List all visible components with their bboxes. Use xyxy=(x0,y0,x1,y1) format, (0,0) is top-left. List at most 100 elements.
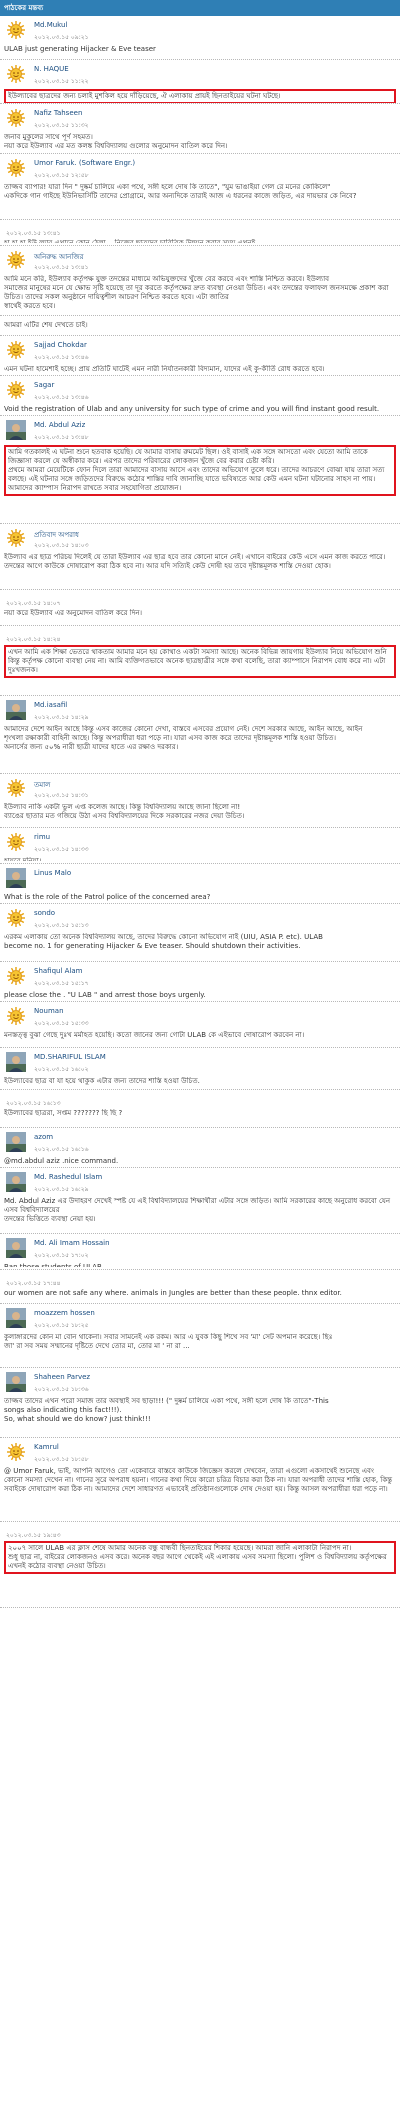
comment-meta: MD.SHARIFUL ISLAM ২০১২.০৩.১৫ ১৬:০২ xyxy=(4,1050,396,1076)
comment-meta: ২০১২.০৩.১৫ ১৭:৪৪ xyxy=(4,1272,396,1288)
commenter-name[interactable]: Nouman xyxy=(34,1007,64,1015)
comment-meta: ২০১২.০৩.১৫ ১৬:১৩ xyxy=(4,1092,396,1108)
comment-text: @md.abdul aziz .nice command. xyxy=(4,1157,119,1165)
sun-avatar-icon xyxy=(6,158,26,178)
photo-avatar-icon xyxy=(6,1132,26,1152)
sun-avatar-icon xyxy=(6,966,26,986)
comment-date: ২০১২.০৩.১৫ ১৬:০২ xyxy=(34,1066,89,1073)
comment-meta: Nafiz Tahseen ২০১২.০৩.১৫ ১১:৩২ xyxy=(4,106,396,132)
photo-avatar-icon xyxy=(6,700,26,720)
comment-date: ২০১২.০৩.১৫ ১৮:২৫ xyxy=(34,1322,89,1329)
comment-text: হা হা হা ইউ ল্যাব এখানে কোন ঠেলা... নিজে… xyxy=(4,239,262,243)
comment-text: Ban those students of ULAB. xyxy=(4,1263,104,1267)
comment-item: Md.iasafil ২০১২.০৩.১৫ ১৪:২৯ আমাদের দেশে আই… xyxy=(0,696,400,774)
comment-date: ২০১২.০৩.১৫ ১৯:৪৩ xyxy=(6,1532,61,1539)
commenter-name[interactable]: sondo xyxy=(34,909,55,917)
comment-text: @ Umor Faruk, ভাই, আপনি আগেও তো একেবারে … xyxy=(4,1467,393,1493)
comment-item: Md. Ali Imam Hossain ২০১২.০৩.১৫ ১৭:০২ Ban … xyxy=(0,1234,400,1270)
comment-text: ইউল্যাব নাকি একটা ভুল এপ্ত কলেজ আছে। কিন… xyxy=(4,803,245,820)
comment-item: ২০১২.০৩.১৫ ১৪:২৪ এখন আমি এক শিক্ষা ভেতরে … xyxy=(0,626,400,696)
comment-item: ২০১২.০৩.১৫ ১৭:৪৪ our women are not safe a… xyxy=(0,1270,400,1304)
commenter-name[interactable]: Umor Faruk. (Software Engr.) xyxy=(34,159,135,167)
comment-meta: ২০১২.০৩.১৫ ১৪:০৭ xyxy=(4,592,396,608)
commenter-name[interactable]: rimu xyxy=(34,833,50,841)
comment-item: azom ২০১২.০৩.১৫ ১৬:১৬ @md.abdul aziz .nice… xyxy=(0,1128,400,1168)
comment-item: Nafiz Tahseen ২০১২.০৩.১৫ ১১:৩২ জনাব মুকুলে… xyxy=(0,104,400,154)
commenter-name[interactable]: Linus Malo xyxy=(34,869,71,877)
comment-meta: Sajjad Chokdar ২০১২.০৩.১৫ ১৩:৪৬ xyxy=(4,338,396,364)
comment-text: Void the registration of Ulab and any un… xyxy=(4,405,380,413)
commenter-name[interactable]: Kamrul xyxy=(34,1443,59,1451)
commenter-name[interactable]: Md. Rashedul Islam xyxy=(34,1173,102,1181)
comment-date: ২০১২.০৩.১৫ ১১:২২ xyxy=(34,78,89,85)
comment-item: Nouman ২০১২.০৩.১৫ ১৫:৩৩ মনস্তত্ত্ব বুঝা গে… xyxy=(0,1002,400,1048)
comment-meta: Umor Faruk. (Software Engr.) ২০১২.০৩.১৫ ১… xyxy=(4,156,396,182)
sun-avatar-icon xyxy=(6,908,26,928)
comment-date: ২০১২.০৩.১৫ ১২:৫৮ xyxy=(34,172,89,179)
comment-text: জনাব মুকুলের সাথে পূর্ণ সহমত। নয়া করে ই… xyxy=(4,133,228,150)
commenter-name[interactable]: Md.iasafil xyxy=(34,701,67,709)
commenter-name[interactable]: Md.Mukul xyxy=(34,21,67,29)
comment-item: ২০১২.০৩.১৫ ১৬:১৩ ইউল্যাবের ছাত্ররা, সপ্তম… xyxy=(0,1090,400,1128)
comment-item: rimu ২০১২.০৩.১৫ ১৪:৩৩ হায়রে দুনিয়া। xyxy=(0,828,400,864)
comment-item: Md.Mukul ২০১২.০৩.১৫ ০৯:২১ ULAB just genera… xyxy=(0,16,400,60)
sun-avatar-icon xyxy=(6,1006,26,1026)
comment-text: কুলাঙ্গারদের কোন মা বোন থাকেনা। সবার সাম… xyxy=(4,1333,333,1350)
comment-item: Md. Abdul Aziz ২০১২.০৩.১৫ ১৩:৪৮ আমি গতকালই… xyxy=(0,416,400,524)
photo-avatar-icon xyxy=(6,420,26,440)
commenter-name[interactable]: N. HAQUE xyxy=(34,65,69,73)
sun-avatar-icon xyxy=(6,832,26,852)
comment-meta: sondo ২০১২.০৩.১৫ ১৫:১৩ xyxy=(4,906,396,932)
comment-item: Kamrul ২০১২.০৩.১৫ ১৮:৫৮ @ Umor Faruk, ভাই,… xyxy=(0,1438,400,1522)
comment-date: ২০১২.০৩.১৫ ১৩:৪৬ xyxy=(34,394,89,401)
comment-item: sondo ২০১২.০৩.১৫ ১৫:১৩ এরকম এলাকায় তো অনে… xyxy=(0,904,400,962)
comment-item: ২০১২.০৩.১৫ ১৪:০৭ নয়া করে ইউল্যাব এর অনুম… xyxy=(0,590,400,626)
comment-date: ২০১২.০৩.১৫ ১৪:০৩ xyxy=(34,542,89,549)
photo-avatar-icon xyxy=(6,1052,26,1072)
commenter-name[interactable]: Md. Abdul Aziz xyxy=(34,421,85,429)
comment-date: ২০১২.০৩.১৫ ১৩:৪১ xyxy=(6,230,61,237)
comment-text: এমন ঘটনা হামেশাই হচ্ছে। প্রায় প্রতিটি ঘ… xyxy=(4,365,325,373)
commenter-name[interactable]: Shaheen Parvez xyxy=(34,1373,90,1381)
comment-text: আমি মনে করি, ইউল্যাব কর্তৃপক্ষ যুক্ত তদন… xyxy=(4,275,389,310)
comment-date: ২০১২.০৩.১৫ ১১:৩২ xyxy=(34,122,89,129)
photo-avatar-icon xyxy=(6,868,26,888)
comment-date: ২০১২.০৩.১৫ ১৩:৪১ xyxy=(34,264,89,271)
comment-date: ২০১২.০৩.১৫ ১৪:০৭ xyxy=(6,600,61,607)
comment-text: এরকম এলাকায় তো অনেক বিশ্ববিদ্যালয় আছে,… xyxy=(4,933,323,950)
comment-text: ইউল্যাবের ছাত্ররা, সপ্তম ??????? ছি ছি ? xyxy=(4,1109,123,1117)
commenter-name[interactable]: Shafiqul Alam xyxy=(34,967,82,975)
comment-date: ২০১২.০৩.১৫ ১৬:১৩ xyxy=(6,1100,61,1107)
comment-text: ইউল্যাবের ছাত্রদের জন্য চলাই মুশকিল হয়ে… xyxy=(4,89,396,103)
comment-meta: Md. Abdul Aziz ২০১২.০৩.১৫ ১৩:৪৮ xyxy=(4,418,396,444)
comment-meta: প্রতিবাদ অপরাধ ২০১২.০৩.১৫ ১৪:০৩ xyxy=(4,526,396,552)
comment-item: MD.SHARIFUL ISLAM ২০১২.০৩.১৫ ১৬:০২ ইউল্যাব… xyxy=(0,1048,400,1090)
commenter-name[interactable]: MD.SHARIFUL ISLAM xyxy=(34,1053,106,1061)
comment-text: আমাদের দেশে আইন আছে কিন্তু এসব কাজের কোন… xyxy=(4,725,363,751)
sun-avatar-icon xyxy=(6,778,26,798)
commenter-name[interactable]: Sagar xyxy=(34,381,54,389)
commenter-name[interactable]: azom xyxy=(34,1133,53,1141)
comment-item: Umor Faruk. (Software Engr.) ২০১২.০৩.১৫ ১… xyxy=(0,154,400,220)
comment-item: Md. Rashedul Islam ২০১২.০৩.১৫ ১৬:২৯ Md. Ab… xyxy=(0,1168,400,1234)
comment-text: হায়রে দুনিয়া। xyxy=(4,857,42,861)
commenter-name[interactable]: Sajjad Chokdar xyxy=(34,341,87,349)
commenter-name[interactable]: Nafiz Tahseen xyxy=(34,109,82,117)
comment-meta: Md.Mukul ২০১২.০৩.১৫ ০৯:২১ xyxy=(4,18,396,44)
sun-avatar-icon xyxy=(6,380,26,400)
comment-date: ২০১২.০৩.১৫ ১৪:৩৩ xyxy=(34,846,89,853)
comment-date: ২০১২.০৩.১৫ ১৭:৪৪ xyxy=(6,1280,61,1287)
comment-date: ২০১২.০৩.১৫ ১৮:৩৬ xyxy=(34,1386,89,1393)
comment-text: আমরা এটির শেষ দেখতে চাই। xyxy=(4,321,88,329)
comment-date: ২০১২.০৩.১৫ ১৮:৫৮ xyxy=(34,1456,89,1463)
comment-text: তাজ্জব ব্যাপার! যারা দিন " দুষ্কর্ম চালি… xyxy=(4,183,357,200)
comment-meta: Sagar ২০১২.০৩.১৫ ১৩:৪৬ xyxy=(4,378,396,404)
comment-item: তমাল ২০১২.০৩.১৫ ১৪:৩১ ইউল্যাব নাকি একটা ভু… xyxy=(0,774,400,828)
photo-avatar-icon xyxy=(6,1172,26,1192)
comment-meta: rimu ২০১২.০৩.১৫ ১৪:৩৩ xyxy=(4,830,396,856)
commenter-name[interactable]: Md. Ali Imam Hossain xyxy=(34,1239,110,1247)
comment-date: ২০১২.০৩.১৫ ১৪:৩১ xyxy=(34,792,89,799)
commenter-name[interactable]: moazzem hossen xyxy=(34,1309,95,1317)
comment-item: Sajjad Chokdar ২০১২.০৩.১৫ ১৩:৪৬ এমন ঘটনা হ… xyxy=(0,336,400,376)
comment-meta: ২০১২.০৩.১৫ ১৩:৪১ xyxy=(4,222,396,238)
